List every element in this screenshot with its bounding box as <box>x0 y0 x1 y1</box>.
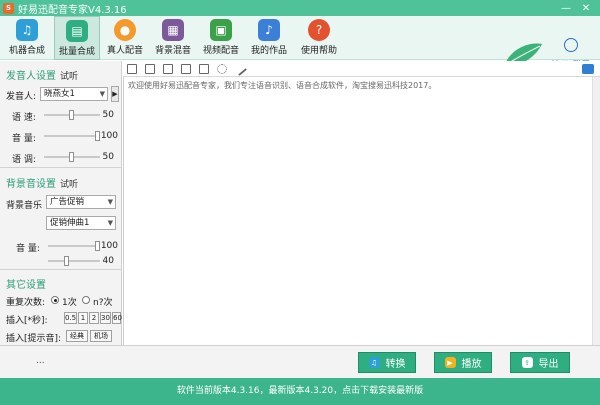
chevron-down-icon: ▼ <box>107 219 113 227</box>
repeat-label: 重复次数: <box>6 298 46 308</box>
volume-label: 音 量: <box>12 134 36 144</box>
person-icon: ● <box>114 19 136 41</box>
chevron-right-icon: ▶ <box>112 90 118 98</box>
divider <box>0 167 122 168</box>
play-icon: ▶ <box>444 357 456 368</box>
music-note-icon: ♪ <box>258 19 280 41</box>
repeat-once-radio[interactable] <box>51 296 59 304</box>
editor-content: 欢迎使用好易迅配音专家，我们专注语音识别、语音合成软件，淘宝搜易迅科技2017。 <box>128 81 437 90</box>
bgm-track-select[interactable]: 促销伸曲1 ▼ <box>46 216 116 230</box>
grid-icon: ▦ <box>162 19 184 41</box>
sparkle-icon[interactable] <box>217 64 227 74</box>
window-title: 好易迅配音专家V4.3.16 <box>18 4 127 16</box>
import-icon[interactable] <box>163 64 173 74</box>
volume-value: 100 <box>100 131 118 141</box>
tab-batch-synthesis[interactable]: ▤ 批量合成 <box>54 16 100 60</box>
broom-icon[interactable] <box>232 61 248 77</box>
bgm-mix-slider-thumb[interactable] <box>64 256 69 266</box>
insert-seconds-label: 插入[*秒]: <box>6 316 48 326</box>
divider <box>0 269 122 270</box>
voice-label: 发音人: <box>6 92 37 102</box>
chevron-down-icon: ▼ <box>107 198 113 206</box>
tab-human-voice[interactable]: ● 真人配音 <box>102 16 148 60</box>
document-icon: ▤ <box>66 20 88 42</box>
action-bar: ... ♫ 转换 ▶ 播放 ⇪ 导出 <box>0 345 600 378</box>
update-status-link[interactable]: 软件当前版本4.3.16，最新版本4.3.20，点击下载安装最新版 <box>0 378 600 405</box>
close-button[interactable]: ✕ <box>576 3 596 14</box>
play-button[interactable]: ▶ 播放 <box>434 352 492 373</box>
prompt-classic-button[interactable]: 经典 <box>66 330 88 342</box>
tab-help[interactable]: ? 使用帮助 <box>294 16 344 60</box>
save-icon[interactable] <box>199 64 209 74</box>
insert-60-button[interactable]: 60 <box>112 312 122 324</box>
pitch-label: 语 调: <box>12 155 36 165</box>
new-document-icon[interactable] <box>127 64 137 74</box>
insert-0.5-button[interactable]: 0.5 <box>64 312 77 324</box>
insert-prompt-label: 插入[提示音]: <box>6 334 62 344</box>
minimize-button[interactable]: — <box>556 3 576 14</box>
prompt-airport-button[interactable]: 机场 <box>90 330 112 342</box>
bgm-volume-label: 音 量: <box>16 244 40 254</box>
insert-2-button[interactable]: 2 <box>89 312 99 324</box>
editor-toolbar <box>123 61 600 77</box>
bgm-settings-title: 背景音设置 试听 <box>6 179 79 190</box>
bgm-music-label: 背景音乐 <box>6 201 43 211</box>
pitch-value: 50 <box>102 152 114 162</box>
editor-scrollbar[interactable] <box>592 77 600 345</box>
other-settings-title: 其它设置 <box>6 280 46 291</box>
voice-next-button[interactable]: ▶ <box>111 86 119 102</box>
film-icon: ▣ <box>210 19 232 41</box>
bgm-mix-value: 40 <box>102 256 114 266</box>
convert-button[interactable]: ♫ 转换 <box>358 352 416 373</box>
camera-icon[interactable] <box>582 64 594 74</box>
volume-slider[interactable] <box>44 131 100 141</box>
tab-background-mix[interactable]: ▦ 背景混音 <box>150 16 196 60</box>
voice-select[interactable]: 晓燕女1 ▼ <box>40 87 108 101</box>
bgm-volume-slider[interactable] <box>48 241 100 251</box>
chevron-down-icon: ▼ <box>99 90 105 98</box>
repeat-n-radio[interactable] <box>82 296 90 304</box>
app-logo: S <box>3 2 14 14</box>
repeat-once-label: 1次 <box>62 298 77 308</box>
export-icon: ⇪ <box>521 357 533 368</box>
export-button[interactable]: ⇪ 导出 <box>510 352 570 373</box>
open-folder-icon[interactable] <box>145 64 155 74</box>
tab-video-dubbing[interactable]: ▣ 视频配音 <box>198 16 244 60</box>
insert-1-button[interactable]: 1 <box>78 312 88 324</box>
bgm-category-select[interactable]: 广告促销 ▼ <box>46 195 116 209</box>
bgm-volume-value: 100 <box>100 241 118 251</box>
music-note-icon: ♫ <box>16 19 38 41</box>
question-icon: ? <box>308 19 330 41</box>
lock-icon <box>564 38 578 52</box>
bgm-trial-button[interactable]: 试听 <box>60 180 78 190</box>
speed-value: 50 <box>102 110 114 120</box>
tab-machine-synthesis[interactable]: ♫ 机器合成 <box>2 16 52 60</box>
paste-icon[interactable] <box>181 64 191 74</box>
main-toolbar: ♫ 机器合成 ▤ 批量合成 ● 真人配音 ▦ 背景混音 ▣ 视频配音 ♪ 我的作… <box>0 16 600 71</box>
repeat-n-label: n?次 <box>93 298 113 308</box>
speed-label: 语 速: <box>12 113 36 123</box>
insert-30-button[interactable]: 30 <box>100 312 111 324</box>
pitch-slider-thumb[interactable] <box>69 152 74 162</box>
speaker-trial-button[interactable]: 试听 <box>60 72 78 82</box>
text-editor[interactable]: 欢迎使用好易迅配音专家，我们专注语音识别、语音合成软件，淘宝搜易迅科技2017。 <box>123 77 600 345</box>
title-bar: S 好易迅配音专家V4.3.16 — ✕ <box>0 0 600 16</box>
settings-panel: 发音人设置 试听 发音人: 晓燕女1 ▼ ▶ 语 速: 50 音 量: 100 语 … <box>0 61 122 345</box>
speed-slider-thumb[interactable] <box>69 110 74 120</box>
speaker-settings-title: 发音人设置 试听 <box>6 71 79 82</box>
music-note-icon: ♫ <box>368 357 380 368</box>
window-controls: — ✕ <box>556 0 596 16</box>
ellipsis-button[interactable]: ... <box>36 356 45 366</box>
tab-my-works[interactable]: ♪ 我的作品 <box>246 16 292 60</box>
